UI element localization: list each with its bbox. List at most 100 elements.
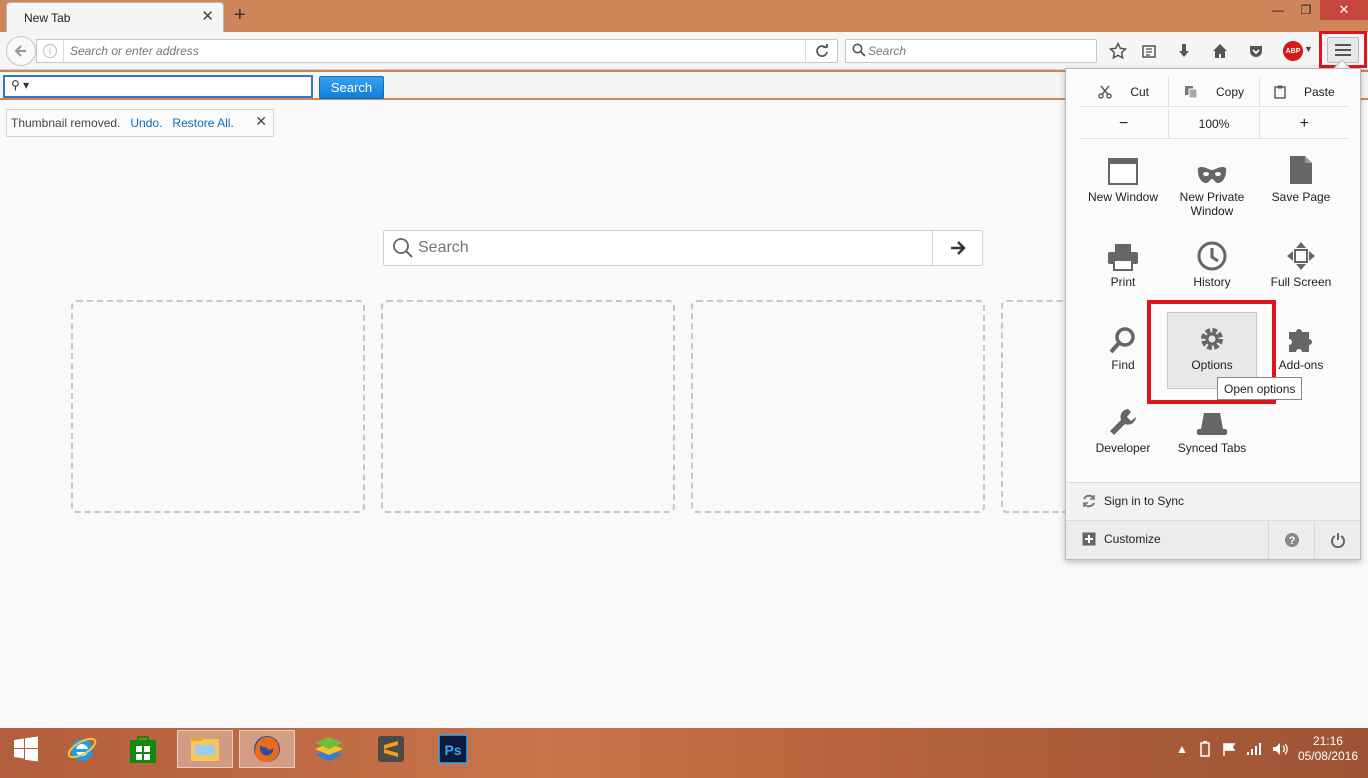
power-status-icon[interactable]: [1198, 741, 1212, 757]
save-page-icon: [1290, 156, 1312, 184]
addon-search-button[interactable]: Search: [319, 76, 384, 99]
undo-link[interactable]: Undo.: [130, 116, 162, 130]
tab-title: New Tab: [24, 11, 71, 25]
puzzle-piece-icon: [1289, 329, 1312, 352]
notification-message: Thumbnail removed.: [11, 116, 121, 130]
paste-button[interactable]: Paste: [1258, 77, 1349, 106]
sign-in-sync-row[interactable]: Sign in to Sync: [1066, 482, 1360, 520]
copy-button[interactable]: Copy: [1168, 77, 1258, 106]
bluestacks-taskbar[interactable]: [301, 730, 357, 768]
action-center-flag-icon[interactable]: [1222, 742, 1236, 756]
store-icon: [130, 736, 156, 763]
internet-explorer-icon: [67, 737, 97, 761]
empty-tile[interactable]: [691, 300, 985, 513]
developer-label: Developer: [1095, 441, 1151, 455]
zoom-controls: − 100% +: [1079, 109, 1349, 139]
url-input[interactable]: [63, 40, 803, 62]
addons-label: Add-ons: [1278, 358, 1324, 372]
printer-icon: [1108, 244, 1138, 271]
customize-button[interactable]: Customize: [1082, 532, 1161, 546]
bookmark-star-icon[interactable]: [1107, 40, 1129, 62]
help-icon: ?: [1284, 533, 1299, 547]
new-tab-button[interactable]: +: [234, 5, 246, 25]
toolbar-search-input[interactable]: [868, 40, 1088, 62]
toolbar-search-box[interactable]: [845, 39, 1097, 63]
firefox-icon: [254, 736, 280, 762]
addon-search-field[interactable]: ⚲ ▾: [3, 75, 313, 98]
print-label: Print: [1110, 275, 1136, 289]
svg-text:Ps: Ps: [444, 742, 461, 758]
search-dropdown-icon[interactable]: ⚲ ▾: [11, 78, 29, 92]
empty-tile[interactable]: [1001, 300, 1071, 513]
fullscreen-icon: [1287, 242, 1315, 270]
file-explorer-taskbar[interactable]: [177, 730, 233, 768]
newtab-search-input[interactable]: [418, 231, 928, 265]
clock-icon: [1197, 241, 1227, 271]
tab-new-tab[interactable]: New Tab ✕: [6, 2, 224, 32]
bookmarks-menu-icon[interactable]: [1138, 40, 1160, 62]
minimize-button[interactable]: —: [1264, 0, 1292, 20]
window-icon: [1108, 158, 1138, 185]
photoshop-taskbar[interactable]: Ps: [425, 730, 481, 768]
empty-tile[interactable]: [381, 300, 675, 513]
restore-all-link[interactable]: Restore All.: [172, 116, 233, 130]
panel-footer: Customize ?: [1066, 520, 1360, 559]
site-info-icon[interactable]: i: [43, 44, 57, 58]
volume-icon[interactable]: [1272, 742, 1288, 756]
back-arrow-icon: [14, 45, 26, 57]
adblock-plus-icon[interactable]: ABP: [1283, 41, 1303, 61]
url-bar[interactable]: i: [36, 39, 838, 63]
internet-explorer-taskbar[interactable]: [54, 730, 110, 768]
show-hidden-icons-icon[interactable]: ▲: [1176, 742, 1188, 756]
search-go-button[interactable]: [932, 231, 982, 265]
clock[interactable]: 21:16 05/08/2016: [1298, 734, 1358, 764]
empty-tile[interactable]: [71, 300, 365, 513]
quit-button[interactable]: [1314, 521, 1360, 559]
svg-text:?: ?: [1288, 535, 1295, 547]
customize-label: Customize: [1104, 532, 1161, 546]
photoshop-icon: Ps: [438, 734, 468, 764]
plus-box-icon: [1082, 532, 1096, 546]
power-icon: [1330, 533, 1345, 548]
save-page-label: Save Page: [1271, 190, 1331, 204]
store-taskbar[interactable]: [115, 730, 171, 768]
back-button[interactable]: [6, 36, 36, 66]
clock-date: 05/08/2016: [1297, 749, 1358, 763]
firefox-taskbar[interactable]: [239, 730, 295, 768]
window-controls: — ❐ ✕: [1264, 0, 1368, 22]
edit-controls: Cut Copy Paste: [1079, 77, 1349, 107]
adblock-dropdown-icon[interactable]: ▼: [1304, 44, 1313, 54]
synced-tabs-icon: [1197, 413, 1227, 435]
navigation-bar: i ABP ▼: [0, 32, 1368, 70]
home-icon[interactable]: [1209, 40, 1231, 62]
cut-button[interactable]: Cut: [1079, 77, 1168, 106]
network-signal-icon[interactable]: [1246, 742, 1262, 756]
windows-logo-icon: [14, 736, 38, 762]
save-page-button[interactable]: Save Page: [1257, 150, 1345, 230]
reload-icon: [815, 44, 828, 57]
close-window-button[interactable]: ✕: [1320, 0, 1368, 20]
search-icon: [393, 238, 413, 258]
system-tray: ▲ 21:16 05/08/2016: [1176, 734, 1358, 764]
new-window-button[interactable]: New Window: [1079, 150, 1167, 230]
new-window-label: New Window: [1087, 190, 1159, 204]
synced-tabs-label: Synced Tabs: [1177, 441, 1247, 455]
pocket-icon[interactable]: [1245, 40, 1267, 62]
reload-button[interactable]: [805, 40, 837, 62]
help-button[interactable]: ?: [1268, 521, 1314, 559]
zoom-out-button[interactable]: −: [1079, 109, 1168, 138]
restore-button[interactable]: ❐: [1292, 0, 1320, 20]
tab-close-icon[interactable]: ✕: [201, 9, 214, 25]
close-notification-icon[interactable]: ✕: [255, 113, 267, 130]
sublime-text-taskbar[interactable]: [363, 730, 419, 768]
hamburger-icon: [1335, 43, 1351, 56]
new-private-window-button[interactable]: New Private Window: [1168, 150, 1256, 230]
zoom-in-button[interactable]: +: [1258, 109, 1349, 138]
downloads-icon[interactable]: [1173, 40, 1195, 62]
synced-tabs-button[interactable]: Synced Tabs: [1168, 401, 1256, 481]
thumbnail-removed-notification: Thumbnail removed. Undo. Restore All. ✕: [6, 109, 274, 137]
zoom-reset-button[interactable]: 100%: [1168, 109, 1258, 138]
developer-button[interactable]: Developer: [1079, 401, 1167, 481]
wrench-icon: [1110, 409, 1136, 435]
start-button[interactable]: [0, 730, 52, 768]
